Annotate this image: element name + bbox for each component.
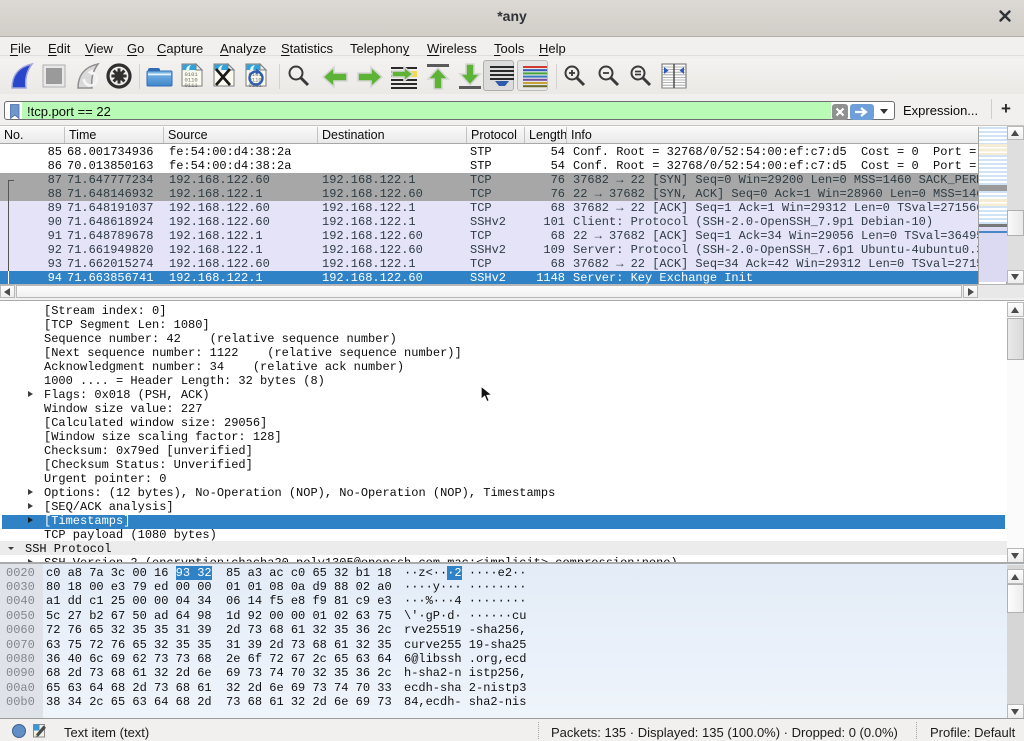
svg-text:0111: 0111	[185, 82, 199, 89]
